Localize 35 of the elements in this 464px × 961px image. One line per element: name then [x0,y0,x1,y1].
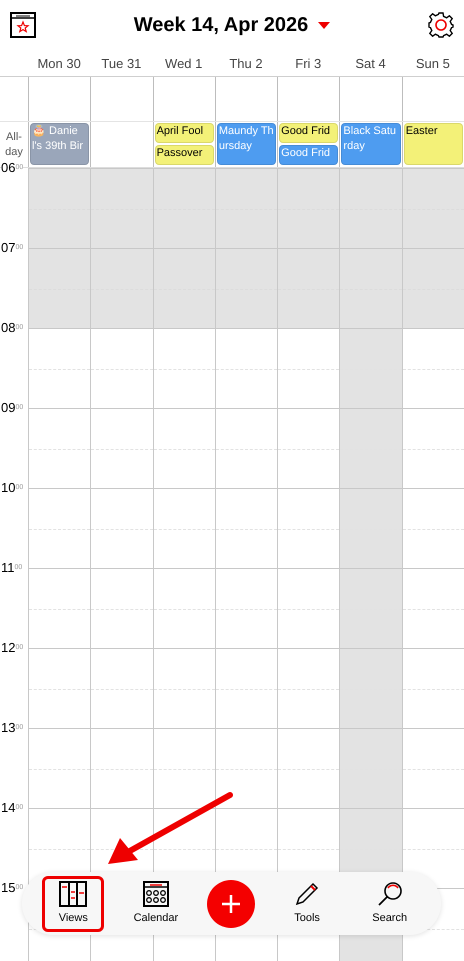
all-day-event[interactable]: April Fool [154,123,214,143]
all-day-event[interactable]: Easter [404,123,463,165]
hour-label: 12$^{00}$ [1,641,24,654]
week-title-dropdown[interactable]: Week 14, Apr 2026 [134,10,330,40]
all-day-event[interactable]: Good Frid [279,123,338,143]
hour-label: 11$^{00}$ [1,561,22,574]
toolbar-button[interactable]: Calendar [124,876,187,932]
plus-icon [221,894,242,914]
hour-label: 10$^{00}$ [1,481,24,494]
hour-label: 08$^{00}$ [1,321,24,334]
day-header[interactable]: Sun 5 [402,50,464,77]
hour-slot[interactable] [214,728,278,808]
all-day-label: All-day [4,130,24,160]
hour-label: 15$^{00}$ [1,881,24,894]
hour-label: 06$^{00}$ [1,161,24,174]
hour-label: 09$^{00}$ [1,401,24,414]
toolbar-button[interactable]: Tools [276,876,338,932]
toolbar-button[interactable]: Search [358,876,421,932]
day-header[interactable]: Thu 2 [214,50,278,77]
settings-icon[interactable] [428,12,454,38]
day-header[interactable]: Sat 4 [339,50,402,77]
day-header[interactable]: Tue 31 [90,50,153,77]
day-header[interactable]: Fri 3 [277,50,340,77]
hour-label: 14$^{00}$ [1,801,24,814]
pencil-icon [294,880,320,907]
hour-label: 07$^{00}$ [1,241,24,254]
search-icon [376,880,404,907]
caret-icon [318,22,330,28]
columns-icon [59,880,88,907]
hour-label: 13$^{00}$ [1,721,24,734]
all-day-event[interactable]: Passover [154,145,214,165]
day-header[interactable]: Wed 1 [152,50,215,77]
calendar-icon [142,880,169,907]
toolbar-button[interactable]: Views [42,876,104,932]
day-header[interactable]: Mon 30 [28,50,90,77]
